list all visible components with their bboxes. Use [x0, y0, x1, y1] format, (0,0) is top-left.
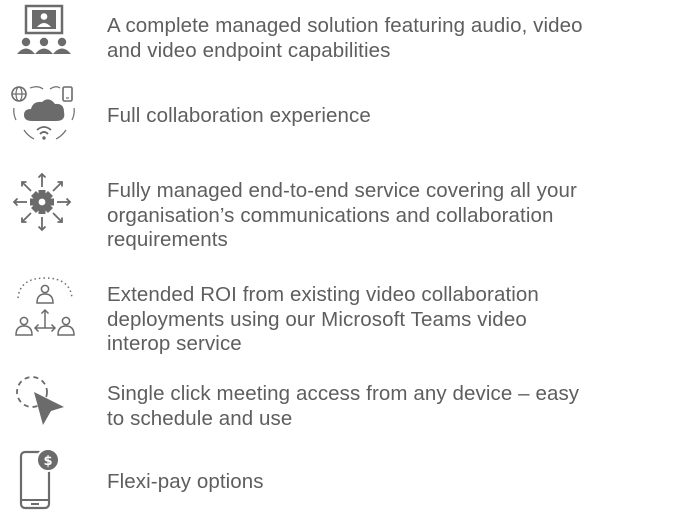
- feature-text: Single click meeting access from any dev…: [107, 382, 673, 431]
- video-meeting-icon: [10, 4, 80, 74]
- feature-text-line: Single click meeting access from any dev…: [107, 382, 580, 405]
- mobile-payment-icon: $: [10, 446, 80, 516]
- svg-text:$: $: [43, 454, 52, 469]
- feature-text: Extended ROI from existing video collabo…: [107, 283, 673, 357]
- feature-text-line: to schedule and use: [107, 406, 293, 430]
- feature-text-line: deployments using our Microsoft Teams vi…: [107, 307, 527, 331]
- feature-text-line: requirements: [107, 228, 228, 251]
- feature-text-line: interop service: [107, 332, 242, 355]
- feature-text-line: organisation’s communications and collab…: [107, 203, 554, 227]
- managed-service-gear-icon: [10, 170, 80, 240]
- feature-text-line: Extended ROI from existing video collabo…: [107, 283, 539, 306]
- feature-text: Full collaboration experience: [107, 104, 673, 129]
- feature-text-line: Full collaboration experience: [107, 104, 371, 127]
- feature-text: Fully managed end-to-end service coverin…: [107, 179, 673, 253]
- feature-list: A complete managed solution featuring au…: [0, 0, 683, 510]
- feature-text-line: Flexi-pay options: [107, 470, 264, 493]
- feature-text-line: and video endpoint capabilities: [107, 38, 391, 62]
- feature-text-line: Fully managed end-to-end service coverin…: [107, 179, 577, 202]
- feature-text-line: A complete managed solution featuring au…: [107, 14, 583, 37]
- cloud-devices-icon: [10, 84, 80, 154]
- interop-people-icon: [10, 274, 80, 344]
- cursor-click-icon: [10, 370, 80, 440]
- feature-text: Flexi-pay options: [107, 470, 673, 495]
- feature-text: A complete managed solution featuring au…: [107, 14, 673, 63]
